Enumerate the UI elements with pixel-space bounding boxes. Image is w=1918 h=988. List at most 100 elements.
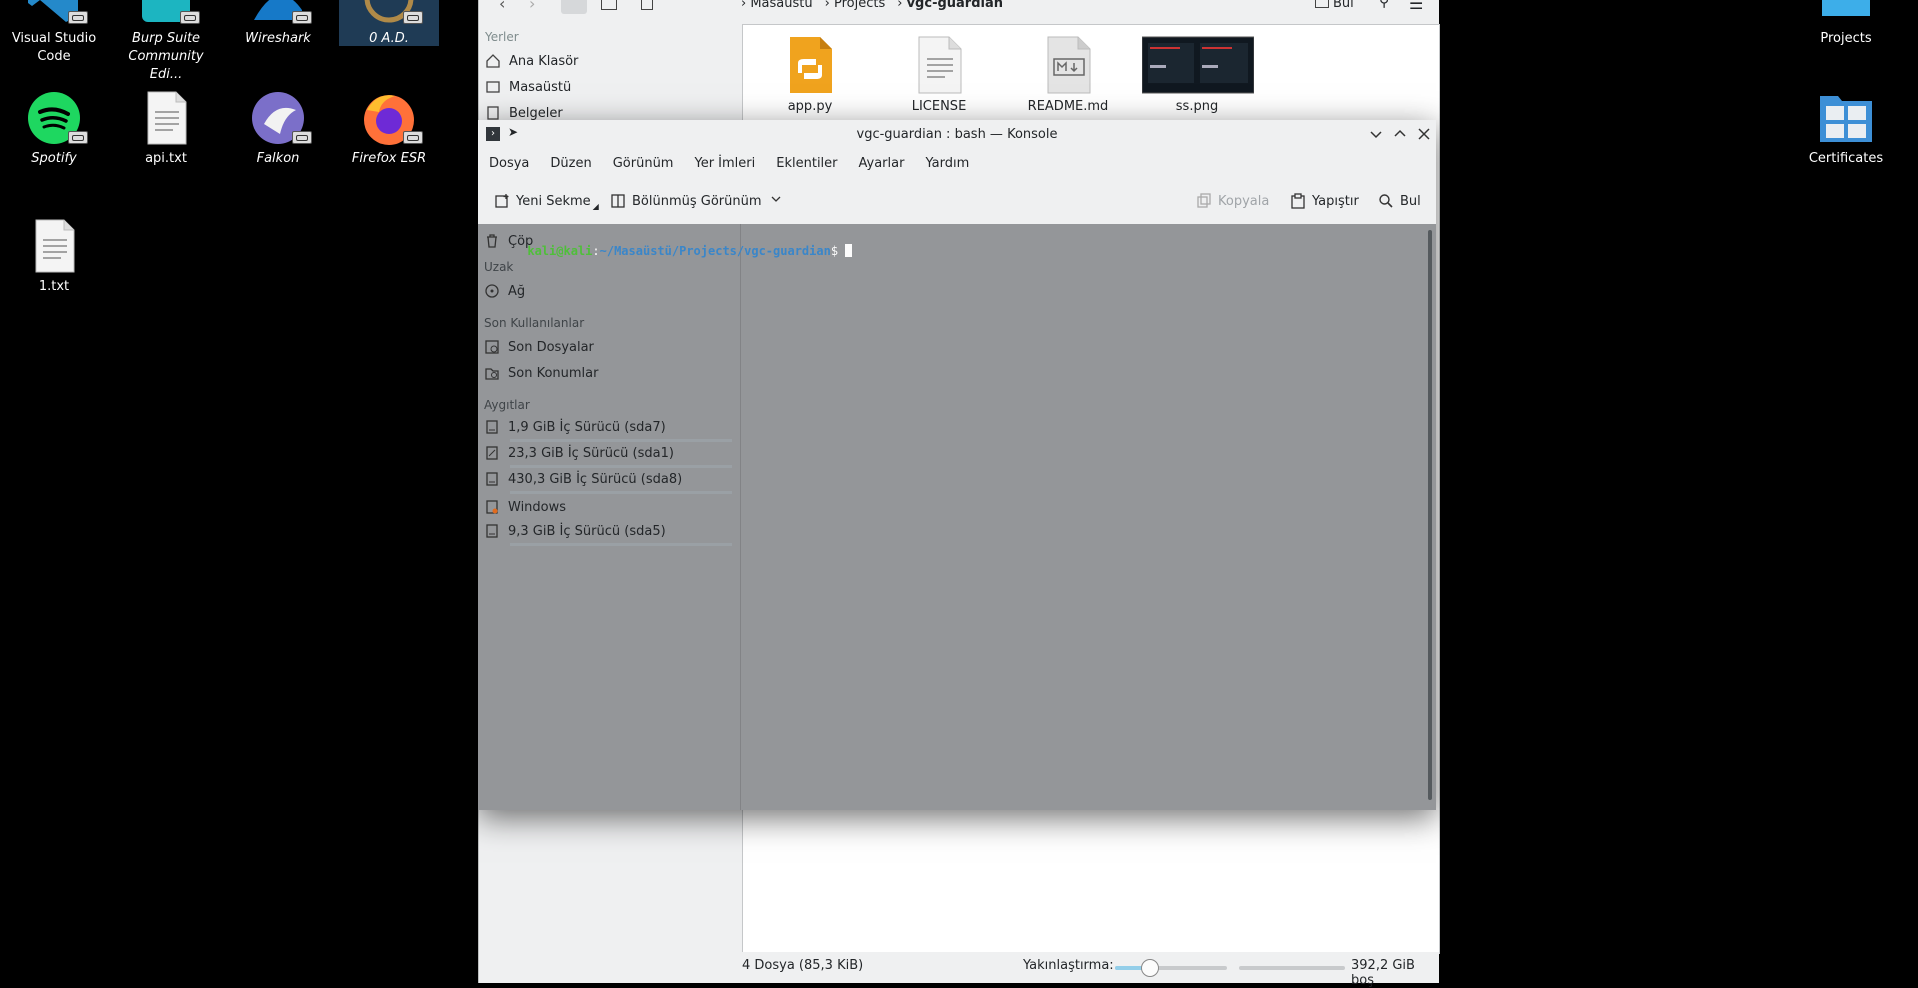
- network-icon: [484, 283, 500, 299]
- image-thumbnail: [1141, 35, 1255, 95]
- zoom-slider[interactable]: [1115, 959, 1227, 977]
- text-file-icon: [915, 35, 963, 95]
- desktop-icon-vscode[interactable]: Visual Studio Code: [4, 0, 104, 66]
- burpsuite-icon: [138, 0, 200, 26]
- folder-icon: [1818, 0, 1874, 26]
- konsole-window: › ➤ vgc-guardian : bash — Konsole Dosya …: [478, 120, 1436, 810]
- terminal-scrollbar[interactable]: [1426, 224, 1436, 810]
- desktop-icon-0ad[interactable]: 0 A.D.: [339, 0, 439, 46]
- desktop-icon-spotify[interactable]: Spotify: [4, 90, 104, 168]
- drive-icon: [484, 523, 500, 539]
- desktop-icon-1-txt[interactable]: 1.txt: [4, 218, 104, 296]
- split-icon[interactable]: [641, 0, 653, 10]
- paste-button[interactable]: Yapıştır: [1290, 187, 1359, 215]
- menu-ayarlar[interactable]: Ayarlar: [859, 156, 905, 171]
- recent-locations-icon: [484, 365, 500, 381]
- desktop-icon-wireshark[interactable]: Wireshark: [228, 0, 328, 48]
- sidebar-item-device: 23,3 GiB İç Sürücü (sda1): [484, 442, 732, 464]
- dolphin-statusbar: 4 Dosya (85,3 KiB) Yakınlaştırma: 392,2 …: [479, 952, 1439, 988]
- windows-drive-icon: [484, 499, 500, 515]
- new-tab-button[interactable]: Yeni Sekme ◢: [494, 187, 599, 215]
- desktop-icon-burpsuite[interactable]: Burp Suite Community Edi...: [116, 0, 216, 84]
- prompt-symbol: $: [830, 244, 839, 258]
- menu-dosya[interactable]: Dosya: [489, 156, 529, 171]
- breadcrumb-item[interactable]: › Masaüstü: [741, 0, 813, 11]
- sidebar-item-network: Ağ: [484, 280, 732, 302]
- menubar: Dosya Düzen Görünüm Yer İmleri Eklentile…: [478, 150, 1436, 176]
- see-through-divider: [740, 224, 741, 810]
- breadcrumb-item[interactable]: › Projects: [825, 0, 886, 11]
- icon-view-button[interactable]: [561, 0, 587, 14]
- terminal-cursor: [845, 244, 853, 257]
- text-file-icon: [26, 218, 82, 274]
- breadcrumb: › Masaüstü › Projects › vgc-guardian: [741, 0, 1003, 11]
- menu-duzen[interactable]: Düzen: [550, 156, 591, 171]
- prompt-user: kali@kali: [527, 244, 593, 258]
- file-item[interactable]: README.md: [1013, 35, 1123, 114]
- maximize-button[interactable]: [1392, 126, 1408, 142]
- new-tab-icon: [494, 193, 510, 209]
- python-file-icon: [786, 35, 834, 95]
- menu-eklentiler[interactable]: Eklentiler: [776, 156, 837, 171]
- hamburger-menu-icon[interactable]: ☰: [1409, 0, 1423, 13]
- home-icon: [485, 53, 501, 69]
- prompt-path: ~/Masaüstü/Projects/vgc-guardian: [599, 244, 831, 258]
- sidebar-item-device: 430,3 GiB İç Sürücü (sda8): [484, 468, 732, 490]
- places-header: Yerler: [485, 30, 519, 44]
- close-button[interactable]: [1416, 126, 1432, 142]
- menu-yardim[interactable]: Yardım: [925, 156, 969, 171]
- zoom-slider-handle[interactable]: [1140, 959, 1159, 977]
- back-icon[interactable]: ‹: [499, 0, 505, 13]
- desktop-icon-projects[interactable]: Projects: [1796, 0, 1896, 48]
- search-button[interactable]: Bul: [1315, 0, 1354, 11]
- terminal-area[interactable]: Çöp Uzak Ağ Son Kullanılanlar Son Dosyal…: [478, 224, 1426, 810]
- drive-usage-bar: [510, 543, 732, 546]
- scrollbar-handle[interactable]: [1428, 230, 1432, 800]
- text-file-icon: [138, 90, 194, 146]
- sidebar-item-device: 1,9 GiB İç Sürücü (sda7): [484, 416, 732, 438]
- vscode-icon: [26, 0, 88, 26]
- desktop-icon-falkon[interactable]: Falkon: [228, 90, 328, 168]
- file-item[interactable]: ss.png: [1141, 35, 1255, 114]
- menu-gorunum[interactable]: Görünüm: [613, 156, 674, 171]
- 0ad-icon: [361, 0, 423, 26]
- drive-icon: [484, 445, 500, 461]
- file-count: 4 Dosya (85,3 KiB): [742, 958, 864, 973]
- falkon-icon: [250, 90, 312, 146]
- terminal-prompt: kali@kali:~/Masaüstü/Projects/vgc-guardi…: [484, 230, 853, 272]
- sidebar-item-home[interactable]: Ana Klasör: [485, 50, 733, 72]
- dropdown-arrow-icon: ◢: [592, 201, 599, 211]
- desktop-icon: [485, 79, 501, 95]
- prompt-separator: :: [592, 244, 600, 258]
- sidebar-item-device: 9,3 GiB İç Sürücü (sda5): [484, 520, 732, 542]
- file-item[interactable]: LICENSE: [884, 35, 994, 114]
- file-item[interactable]: app.py: [755, 35, 865, 114]
- minimize-button[interactable]: [1368, 126, 1384, 142]
- paste-icon: [1290, 193, 1306, 209]
- search-icon: [1378, 193, 1394, 209]
- window-title: vgc-guardian : bash — Konsole: [856, 126, 1058, 142]
- sidebar-item-recent-locations: Son Konumlar: [484, 362, 732, 384]
- details-view-icon[interactable]: [601, 0, 617, 10]
- menu-yer-imleri[interactable]: Yer İmleri: [694, 156, 755, 171]
- markdown-file-icon: [1044, 35, 1092, 95]
- search-icon[interactable]: ⚲: [1379, 0, 1389, 10]
- desktop-icon-certificates[interactable]: Certificates: [1796, 90, 1896, 168]
- find-button[interactable]: Bul: [1378, 187, 1421, 215]
- desktop-icon-firefox[interactable]: Firefox ESR: [339, 90, 439, 168]
- forward-icon[interactable]: ›: [529, 0, 535, 13]
- spotify-icon: [26, 90, 88, 146]
- sidebar-item-device-windows: Windows: [484, 496, 732, 518]
- drive-icon: [484, 471, 500, 487]
- breadcrumb-item[interactable]: › vgc-guardian: [897, 0, 1003, 11]
- split-view-button[interactable]: Bölünmüş Görünüm: [610, 187, 782, 215]
- sidebar-item-recent-files: Son Dosyalar: [484, 336, 732, 358]
- recent-files-icon: [484, 339, 500, 355]
- sidebar-item-desktop[interactable]: Masaüstü: [485, 76, 733, 98]
- konsole-toolbar: Yeni Sekme ◢ Bölünmüş Görünüm Kopyala Ya…: [478, 184, 1436, 218]
- free-space-label: 392,2 GiB boş: [1351, 958, 1415, 988]
- copy-button[interactable]: Kopyala: [1196, 187, 1269, 215]
- dolphin-toolbar: ‹ › › Masaüstü › Projects › vgc-guardian…: [479, 0, 1439, 24]
- desktop-icon-api-txt[interactable]: api.txt: [116, 90, 216, 168]
- drive-icon: [484, 419, 500, 435]
